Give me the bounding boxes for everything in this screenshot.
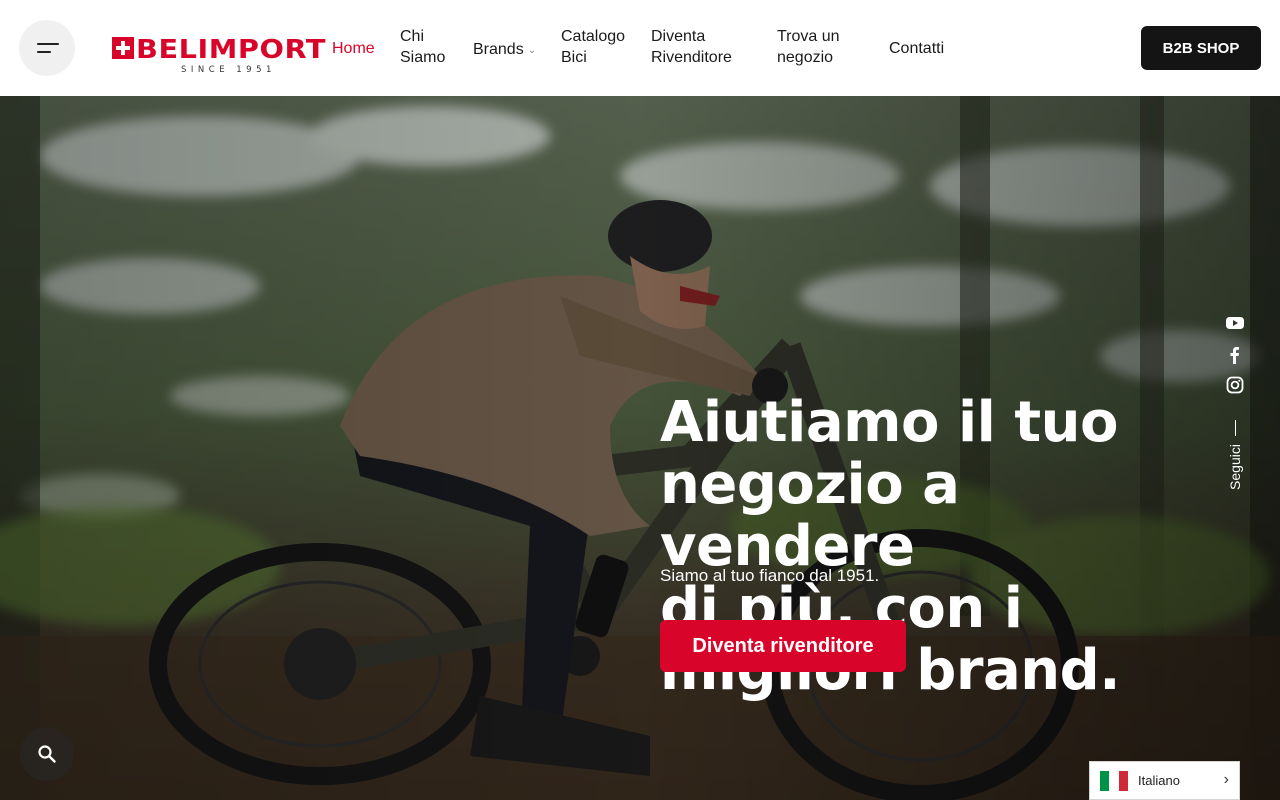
language-label: Italiano: [1138, 773, 1180, 788]
diventa-rivenditore-button[interactable]: Diventa rivenditore: [660, 620, 906, 672]
italy-flag-icon: [1100, 770, 1128, 791]
hero-section: Aiutiamo il tuo negozio a vendere di più…: [0, 96, 1280, 800]
svg-text:SINCE 1951: SINCE 1951: [181, 65, 276, 73]
instagram-icon[interactable]: [1226, 376, 1244, 394]
hero-subtitle: Siamo al tuo fianco dal 1951.: [660, 566, 880, 585]
chevron-down-icon: ⌄: [527, 45, 537, 56]
search-button[interactable]: [20, 727, 74, 781]
seguici-text: Seguici: [1227, 444, 1243, 490]
svg-text:BELIMPORT: BELIMPORT: [136, 35, 326, 65]
chevron-right-icon: ›: [1223, 771, 1229, 788]
nav-brands[interactable]: Brands ⌄: [473, 38, 536, 61]
site-header: BELIMPORT SINCE 1951 Home Chi Siamo Bran…: [0, 0, 1280, 96]
nav-diventa-rivenditore[interactable]: Diventa Rivenditore: [651, 26, 751, 68]
nav-catalogo-bici[interactable]: Catalogo Bici: [561, 26, 631, 68]
hamburger-menu-icon[interactable]: [19, 20, 75, 76]
language-selector[interactable]: Italiano ›: [1089, 761, 1240, 800]
seguici-dash: [1234, 420, 1236, 437]
youtube-icon[interactable]: [1226, 314, 1244, 332]
nav-trova-negozio[interactable]: Trova un negozio: [777, 26, 867, 68]
nav-chi-siamo[interactable]: Chi Siamo: [400, 26, 460, 68]
seguici-label-wrap: Seguici: [1222, 410, 1248, 500]
search-icon: [38, 745, 56, 763]
belimport-logo[interactable]: BELIMPORT SINCE 1951: [112, 35, 328, 73]
b2b-shop-button[interactable]: B2B SHOP: [1141, 26, 1261, 70]
nav-brands-label: Brands: [473, 41, 524, 58]
facebook-icon[interactable]: [1226, 346, 1244, 364]
seguici-label: Seguici: [1227, 420, 1243, 490]
nav-home[interactable]: Home: [332, 38, 375, 59]
nav-contatti[interactable]: Contatti: [889, 38, 944, 59]
